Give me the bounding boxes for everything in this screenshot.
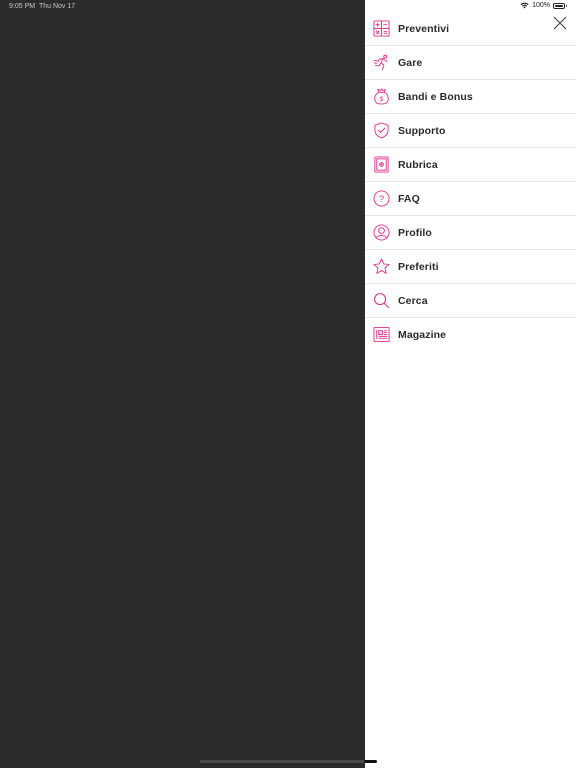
menu-item-preventivi[interactable]: Preventivi (365, 12, 576, 46)
shield-check-icon (372, 122, 390, 140)
menu-list: Preventivi Gare $ Bandi e Bonus Supporto… (365, 12, 576, 351)
menu-item-cerca[interactable]: Cerca (365, 284, 576, 318)
menu-item-label: FAQ (398, 192, 420, 205)
svg-text:?: ? (378, 194, 383, 205)
search-icon (372, 292, 390, 310)
status-time-text: 9:05 PM (9, 3, 36, 10)
menu-item-label: Preventivi (398, 22, 450, 35)
menu-item-supporto[interactable]: Supporto (365, 114, 576, 148)
status-right: 100% (520, 2, 567, 9)
address-book-icon (372, 156, 390, 174)
menu-item-label: Supporto (398, 124, 446, 137)
side-menu-drawer: Preventivi Gare $ Bandi e Bonus Supporto… (365, 0, 576, 768)
menu-item-profilo[interactable]: Profilo (365, 216, 576, 250)
menu-item-gare[interactable]: Gare (365, 46, 576, 80)
star-icon (372, 258, 390, 276)
menu-item-magazine[interactable]: Magazine (365, 318, 576, 351)
newspaper-icon (372, 326, 390, 344)
money-bag-icon: $ (372, 88, 390, 106)
menu-item-faq[interactable]: ? FAQ (365, 182, 576, 216)
runner-icon (372, 54, 390, 72)
menu-item-label: Profilo (398, 226, 432, 239)
status-time: 9:05 PM Thu Nov 17 (9, 3, 75, 10)
dimmed-background-overlay[interactable] (0, 0, 365, 768)
menu-item-label: Cerca (398, 294, 428, 307)
menu-item-rubrica[interactable]: Rubrica (365, 148, 576, 182)
home-indicator (200, 760, 366, 763)
user-icon (372, 224, 390, 242)
menu-item-label: Preferiti (398, 260, 439, 273)
menu-item-preferiti[interactable]: Preferiti (365, 250, 576, 284)
battery-percent: 100% (532, 2, 550, 9)
status-bar: 9:05 PM Thu Nov 17 100% (0, 0, 576, 14)
status-date-text: Thu Nov 17 (38, 3, 76, 10)
menu-item-bandi-e-bonus[interactable]: $ Bandi e Bonus (365, 80, 576, 114)
svg-text:$: $ (379, 96, 383, 103)
menu-item-label: Magazine (398, 328, 447, 341)
battery-icon (553, 2, 567, 9)
question-icon: ? (372, 190, 390, 208)
menu-item-label: Rubrica (398, 158, 438, 171)
calculator-icon (372, 20, 390, 38)
menu-item-label: Gare (398, 56, 423, 69)
menu-item-label: Bandi e Bonus (398, 90, 473, 103)
wifi-icon (520, 2, 529, 9)
home-indicator-end (364, 760, 377, 763)
